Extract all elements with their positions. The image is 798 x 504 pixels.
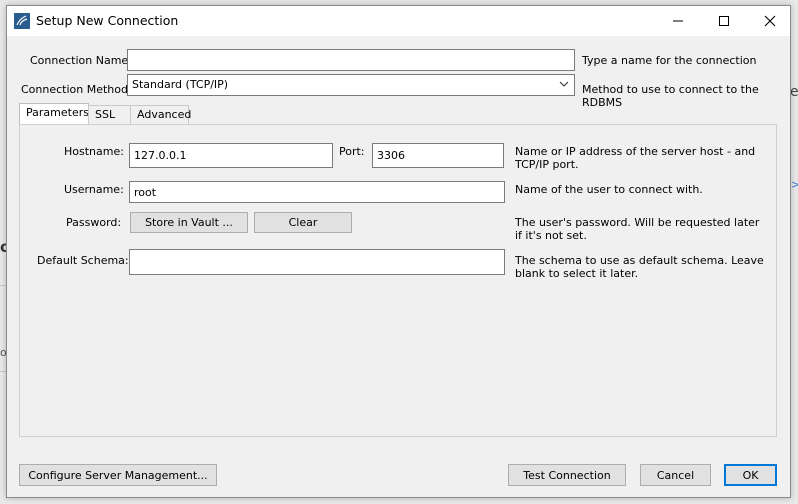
default-schema-input[interactable] xyxy=(129,249,505,275)
maximize-icon xyxy=(719,16,729,26)
minimize-button[interactable] xyxy=(655,6,701,36)
background-chevron-fragment: > xyxy=(791,178,798,191)
port-input[interactable] xyxy=(372,143,504,168)
tab-parameters[interactable]: Parameters xyxy=(19,103,89,125)
minimize-icon xyxy=(673,20,683,22)
hostname-hint: Name or IP address of the server host - … xyxy=(515,145,756,171)
configure-server-management-button[interactable]: Configure Server Management... xyxy=(19,464,217,486)
username-hint: Name of the user to connect with. xyxy=(515,183,703,196)
connection-method-label: Connection Method: xyxy=(21,83,132,96)
window-title: Setup New Connection xyxy=(36,13,179,28)
default-schema-hint: The schema to use as default schema. Lea… xyxy=(515,254,764,280)
hostname-label: Hostname: xyxy=(64,145,124,158)
tab-ssl[interactable]: SSL xyxy=(88,105,132,124)
mysql-workbench-icon xyxy=(14,13,30,29)
tab-label: SSL xyxy=(95,108,116,121)
clear-password-button[interactable]: Clear xyxy=(254,212,352,233)
ok-button[interactable]: OK xyxy=(724,464,777,486)
username-label: Username: xyxy=(64,183,124,196)
port-label: Port: xyxy=(339,145,365,158)
tab-label: Parameters xyxy=(26,106,89,119)
setup-connection-dialog: Setup New Connection Connection Name: Ty… xyxy=(6,5,791,498)
store-in-vault-button[interactable]: Store in Vault ... xyxy=(130,212,248,233)
close-button[interactable] xyxy=(747,6,793,36)
cancel-button[interactable]: Cancel xyxy=(640,464,711,486)
connection-name-input[interactable] xyxy=(127,49,575,71)
connection-method-value: Standard (TCP/IP) xyxy=(132,78,229,91)
connection-name-hint: Type a name for the connection xyxy=(582,54,757,67)
test-connection-button[interactable]: Test Connection xyxy=(508,464,626,486)
title-bar[interactable]: Setup New Connection xyxy=(7,6,790,36)
chevron-down-icon[interactable] xyxy=(559,79,569,92)
tab-label: Advanced xyxy=(137,108,192,121)
parameters-panel-inner: Hostname: Port: Name or IP address of th… xyxy=(24,129,772,432)
maximize-button[interactable] xyxy=(701,6,747,36)
default-schema-label: Default Schema: xyxy=(37,254,129,267)
hostname-input[interactable] xyxy=(129,143,333,168)
connection-method-hint: Method to use to connect to the RDBMS xyxy=(582,83,759,109)
password-hint: The user's password. Will be requested l… xyxy=(515,216,760,242)
tab-advanced[interactable]: Advanced xyxy=(130,105,192,124)
username-input[interactable] xyxy=(129,181,505,203)
close-icon xyxy=(764,15,776,27)
connection-name-label: Connection Name: xyxy=(30,54,132,67)
password-label: Password: xyxy=(66,216,122,229)
background-text-fragment: e xyxy=(790,84,798,100)
parameters-panel: Hostname: Port: Name or IP address of th… xyxy=(19,124,777,437)
connection-method-select[interactable]: Standard (TCP/IP) xyxy=(127,74,575,96)
